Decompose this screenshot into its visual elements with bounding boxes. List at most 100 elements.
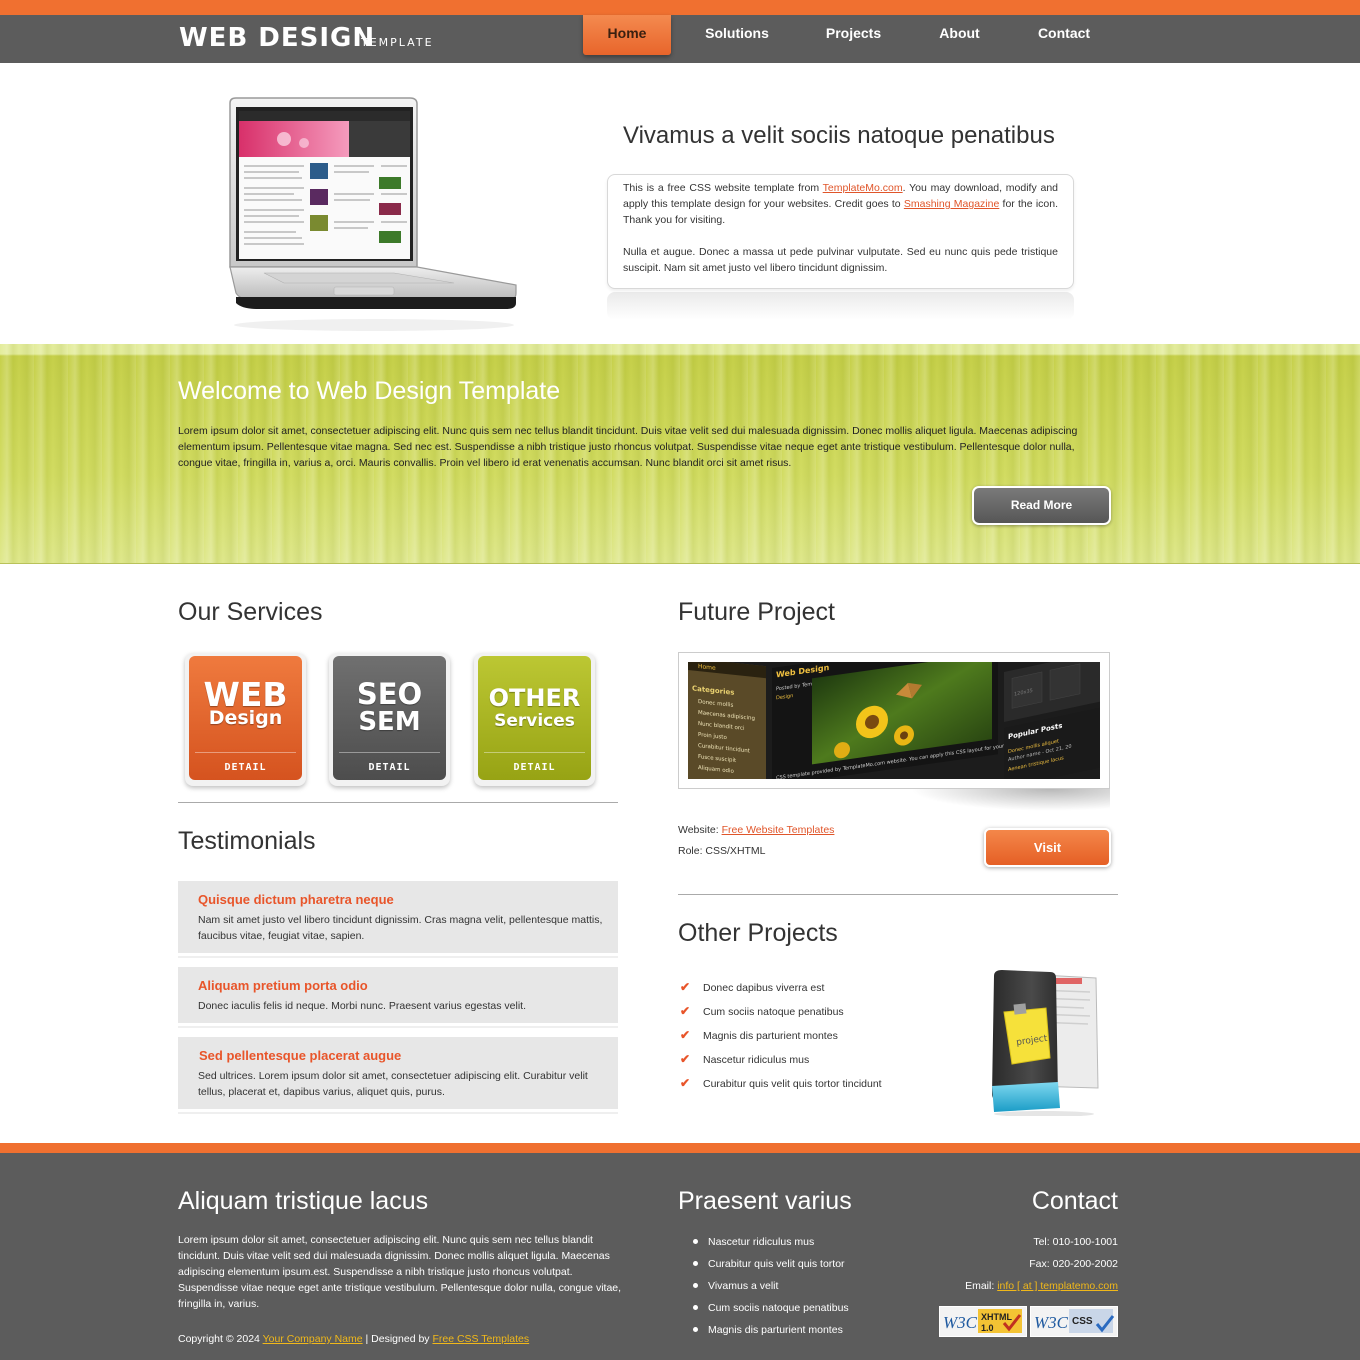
- nav-solutions[interactable]: Solutions: [696, 15, 778, 55]
- hero-paragraph-1: This is a free CSS website template from…: [623, 180, 1058, 228]
- testimonial-3-text: Sed ultrices. Lorem ipsum dolor sit amet…: [198, 1070, 588, 1098]
- testimonial-underline: [178, 1025, 618, 1028]
- service-seo-line1: SEO: [356, 677, 423, 711]
- future-project-divider: [678, 894, 1118, 895]
- project-website-label: Website:: [678, 824, 722, 836]
- footer-list-item[interactable]: Vivamus a velit: [693, 1280, 778, 1292]
- testimonial-2-title: Aliquam pretium porta odio: [198, 978, 368, 993]
- checkmark-icon: ✔: [680, 1004, 691, 1018]
- copyright-text: Copyright © 2024: [178, 1333, 263, 1345]
- services-divider: [178, 802, 618, 803]
- checkmark-icon: ✔: [680, 1076, 691, 1090]
- service-seo-sem[interactable]: SEO SEM DETAIL: [329, 653, 450, 786]
- nav-projects[interactable]: Projects: [816, 15, 891, 55]
- testimonial-3-title: Sed pellentesque placerat augue: [199, 1048, 402, 1063]
- company-name-link[interactable]: Your Company Name: [263, 1333, 363, 1345]
- testimonial-2-text: Donec iaculis felis id neque. Morbi nunc…: [198, 1000, 527, 1012]
- service-divider: [339, 752, 440, 753]
- footer-col2-title: Praesent varius: [678, 1187, 852, 1215]
- bullet-icon: [693, 1304, 698, 1310]
- testimonial-1: Quisque dictum pharetra neque Nam sit am…: [178, 881, 618, 953]
- other-project-label: Magnis dis parturient montes: [703, 1030, 838, 1042]
- email-label: Email:: [965, 1280, 998, 1292]
- bullet-icon: [693, 1238, 698, 1244]
- footer-fax: Fax: 020-200-2002: [1029, 1258, 1118, 1270]
- testimonial-2: Aliquam pretium porta odio Donec iaculis…: [178, 967, 618, 1023]
- service-web-detail[interactable]: DETAIL: [189, 762, 302, 773]
- w3c-logo: W3C: [943, 1313, 978, 1332]
- other-project-item[interactable]: ✔ Curabitur quis velit quis tortor tincid…: [680, 1076, 882, 1090]
- bullet-icon: [693, 1326, 698, 1332]
- service-web-design-tile: WEB Design DETAIL: [189, 656, 302, 780]
- other-project-item[interactable]: ✔ Donec dapibus viverra est: [680, 980, 824, 994]
- templatemo-link[interactable]: TemplateMo.com: [823, 182, 903, 194]
- laptop-image: [229, 97, 517, 331]
- w3c-xhtml-badge[interactable]: W3C XHTML 1.0: [939, 1306, 1027, 1337]
- other-project-item[interactable]: ✔ Cum sociis natoque penatibus: [680, 1004, 844, 1018]
- footer-copyright: Copyright © 2024 Your Company Name | Des…: [178, 1333, 529, 1345]
- bullet-icon: [693, 1260, 698, 1266]
- hero-p1-text-a: This is a free CSS website template from: [623, 182, 823, 194]
- visit-button[interactable]: Visit: [984, 828, 1111, 867]
- xhtml-version: 1.0: [981, 1323, 994, 1333]
- w3c-logo: W3C: [1034, 1313, 1069, 1332]
- hero-box-reflection: [607, 292, 1074, 320]
- bullet-icon: [693, 1282, 698, 1288]
- designed-by-text: | Designed by: [362, 1333, 433, 1345]
- other-project-item[interactable]: ✔ Nascetur ridiculus mus: [680, 1052, 809, 1066]
- footer-list-item[interactable]: Cum sociis natoque penatibus: [693, 1302, 849, 1314]
- footer-email: Email: info [ at ] templatemo.com: [965, 1280, 1118, 1292]
- footer-contact-title: Contact: [1031, 1187, 1118, 1215]
- project-screenshot-frame[interactable]: Home Categories Donec mollis Maecenas ad…: [678, 652, 1110, 789]
- service-divider: [195, 752, 296, 753]
- other-projects-title: Other Projects: [678, 919, 838, 947]
- site-logo[interactable]: WEB DESIGN: [179, 23, 375, 53]
- footer-col1-title: Aliquam tristique lacus: [178, 1187, 429, 1215]
- project-screenshot: Home Categories Donec mollis Maecenas ad…: [688, 662, 1100, 779]
- service-seo-detail[interactable]: DETAIL: [333, 762, 446, 773]
- header-bar: WEB DESIGN TEMPLATE Home Solutions Proje…: [0, 15, 1360, 63]
- read-more-button[interactable]: Read More: [972, 486, 1111, 525]
- service-web-line2: Design: [208, 707, 283, 729]
- footer-list-item[interactable]: Curabitur quis velit quis tortor: [693, 1258, 845, 1270]
- free-website-templates-link[interactable]: Free Website Templates: [722, 824, 835, 836]
- css-label: CSS: [1072, 1316, 1093, 1327]
- nav-home[interactable]: Home: [583, 15, 671, 55]
- service-web-design[interactable]: WEB Design DETAIL: [185, 653, 306, 786]
- testimonial-underline: [178, 1111, 618, 1114]
- hero-title: Vivamus a velit sociis natoque penatibus: [623, 122, 1055, 149]
- footer-tel: Tel: 010-100-1001: [1033, 1236, 1118, 1248]
- footer-list-label: Nascetur ridiculus mus: [708, 1236, 815, 1248]
- nav-contact[interactable]: Contact: [1028, 15, 1100, 55]
- project-website-line: Website: Free Website Templates: [678, 824, 834, 836]
- service-other-tile: OTHER Services DETAIL: [478, 656, 591, 780]
- free-css-templates-link[interactable]: Free CSS Templates: [432, 1333, 529, 1345]
- testimonial-1-title: Quisque dictum pharetra neque: [198, 892, 394, 907]
- other-project-label: Donec dapibus viverra est: [703, 982, 825, 994]
- footer-list-label: Magnis dis parturient montes: [708, 1324, 843, 1336]
- top-accent-stripe: [0, 0, 1360, 15]
- nav-about[interactable]: About: [928, 15, 991, 55]
- other-project-label: Nascetur ridiculus mus: [703, 1054, 810, 1066]
- service-other-detail[interactable]: DETAIL: [478, 762, 591, 773]
- footer-list-item[interactable]: Magnis dis parturient montes: [693, 1324, 843, 1336]
- email-link[interactable]: info [ at ] templatemo.com: [997, 1280, 1118, 1292]
- smashing-magazine-link[interactable]: Smashing Magazine: [904, 198, 999, 210]
- services-title: Our Services: [178, 598, 323, 626]
- other-project-item[interactable]: ✔ Magnis dis parturient montes: [680, 1028, 838, 1042]
- future-project-title: Future Project: [678, 598, 836, 626]
- banner-title: Welcome to Web Design Template: [178, 377, 561, 405]
- service-seo-line2: SEM: [358, 707, 421, 737]
- banner-text: Lorem ipsum dolor sit amet, consectetuer…: [178, 425, 1078, 469]
- w3c-css-badge[interactable]: W3C CSS: [1030, 1306, 1118, 1337]
- other-project-label: Curabitur quis velit quis tortor tincidu…: [703, 1078, 882, 1090]
- checkmark-icon: ✔: [680, 1052, 691, 1066]
- project-frame-shadow: [910, 789, 1110, 811]
- service-divider: [484, 752, 585, 753]
- xhtml-label: XHTML: [981, 1312, 1012, 1322]
- service-other[interactable]: OTHER Services DETAIL: [474, 653, 595, 786]
- footer-accent-stripe: [0, 1143, 1360, 1153]
- service-other-line2: Services: [494, 711, 575, 731]
- site-logo-subtitle: TEMPLATE: [361, 36, 434, 49]
- footer-list-item[interactable]: Nascetur ridiculus mus: [693, 1236, 814, 1248]
